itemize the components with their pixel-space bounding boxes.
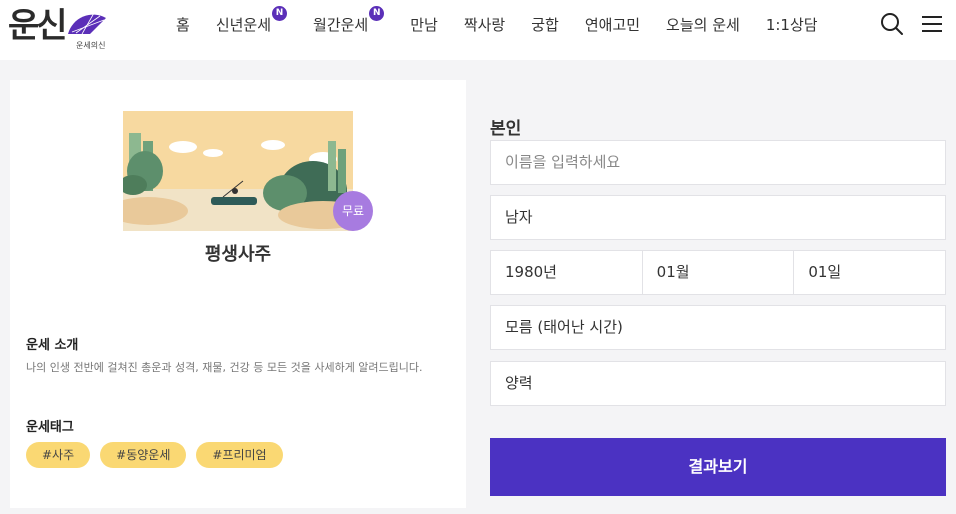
tag-premium[interactable]: #프리미엄 <box>196 442 283 468</box>
logo-subtitle: 운세의신 <box>76 41 106 50</box>
form-label-self: 본인 <box>490 119 522 139</box>
fortune-card: 무료 평생사주 운세 소개 나의 인생 전반에 걸쳐진 총운과 성격, 재물, … <box>10 80 466 508</box>
name-input[interactable]: 이름을 입력하세요 <box>490 140 946 185</box>
tag-eastern-fortune[interactable]: #동양운세 <box>100 442 187 468</box>
logo-text: 운신 <box>8 6 68 46</box>
header-icons <box>880 12 944 36</box>
fan-icon <box>68 12 106 35</box>
fortune-title: 평생사주 <box>204 244 272 265</box>
nav-item-home[interactable]: 홈 <box>176 14 190 35</box>
birthdate-row: 1980년 01월 01일 <box>490 250 946 295</box>
nav-item-today-fortune[interactable]: 오늘의 운세 <box>666 14 740 35</box>
intro-heading: 운세 소개 <box>26 338 79 353</box>
new-badge: N <box>369 5 385 21</box>
fortune-thumbnail <box>123 111 353 231</box>
birth-time-select[interactable]: 모름 (태어난 시간) <box>490 305 946 350</box>
search-icon[interactable] <box>880 12 904 36</box>
day-select[interactable]: 01일 <box>794 251 945 294</box>
gender-select[interactable]: 남자 <box>490 195 946 240</box>
calendar-type-select[interactable]: 양력 <box>490 361 946 406</box>
logo[interactable]: 운신 운세의신 <box>8 6 108 52</box>
site-header: 운신 운세의신 홈 신년운세 N 월간운세 N 만남 짝사랑 궁합 연애고민 오늘의… <box>0 0 956 60</box>
nav-item-crush[interactable]: 짝사랑 <box>464 14 505 35</box>
nav-item-monthly-fortune[interactable]: 월간운세 N <box>313 5 385 35</box>
new-badge: N <box>272 5 288 21</box>
nav-item-new-year-fortune[interactable]: 신년운세 N <box>216 5 288 35</box>
result-button[interactable]: 결과보기 <box>490 438 946 496</box>
menu-icon[interactable] <box>920 12 944 36</box>
nav-item-love-worries[interactable]: 연애고민 <box>585 14 640 35</box>
nav-item-meeting[interactable]: 만남 <box>410 14 438 35</box>
main-nav: 홈 신년운세 N 월간운세 N 만남 짝사랑 궁합 연애고민 오늘의 운세 1:1상… <box>176 0 844 48</box>
tag-saju[interactable]: #사주 <box>26 442 91 468</box>
nav-item-consult[interactable]: 1:1상담 <box>766 14 818 35</box>
tags-heading: 운세태그 <box>26 420 74 435</box>
free-badge: 무료 <box>333 191 373 231</box>
intro-text: 나의 인생 전반에 걸쳐진 총운과 성격, 재물, 건강 등 모든 것을 사세하… <box>26 361 423 374</box>
nav-item-compatibility[interactable]: 궁합 <box>531 14 559 35</box>
year-select[interactable]: 1980년 <box>491 251 643 294</box>
tag-list: #사주 #동양운세 #프리미엄 <box>26 442 283 468</box>
month-select[interactable]: 01월 <box>643 251 795 294</box>
